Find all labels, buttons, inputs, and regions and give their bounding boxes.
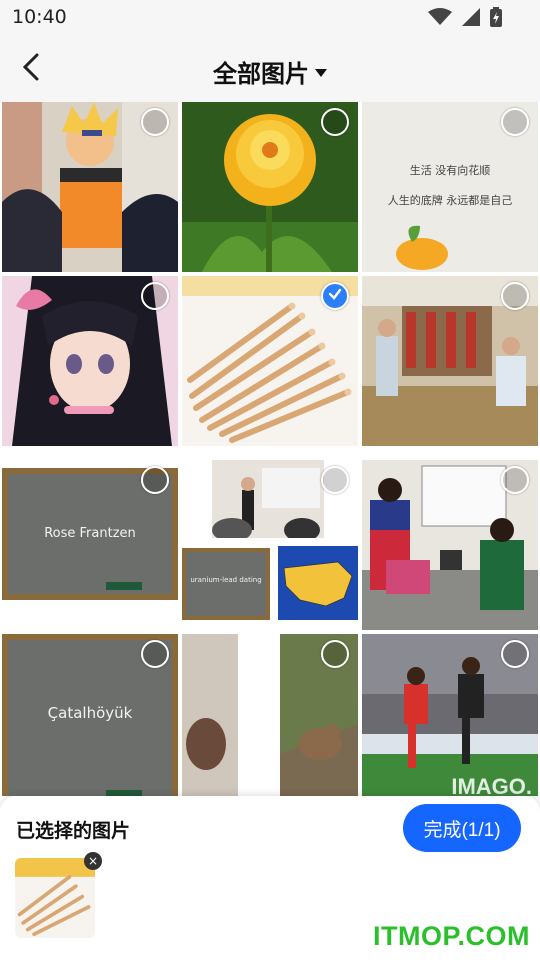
eraser-icon (106, 582, 142, 590)
photo-item[interactable] (2, 276, 178, 446)
select-toggle[interactable] (321, 282, 349, 310)
board-text: uranium-lead dating (190, 576, 262, 584)
photo-item[interactable] (182, 634, 358, 796)
select-toggle[interactable] (141, 108, 169, 136)
photo-item[interactable] (362, 276, 538, 446)
signal-icon (462, 8, 480, 30)
select-toggle[interactable] (321, 640, 349, 668)
page-title: 全部图片 (213, 60, 309, 88)
select-toggle[interactable] (141, 640, 169, 668)
photo-item[interactable] (182, 276, 358, 446)
photo-item[interactable] (2, 102, 178, 272)
board-text: Rose Frantzen (44, 526, 136, 541)
remove-selected-button[interactable]: × (84, 852, 102, 870)
photo-item[interactable]: IMAGO. (362, 634, 538, 796)
select-toggle[interactable] (501, 108, 529, 136)
orange-fruit-icon (396, 225, 448, 270)
us-map (278, 546, 358, 620)
status-icons (428, 7, 502, 31)
photo-item[interactable] (182, 102, 358, 272)
quote-line-1: 生活 没有向花顺 (409, 164, 491, 177)
select-toggle[interactable] (501, 282, 529, 310)
album-selector[interactable]: 全部图片 (0, 54, 540, 89)
photo-item[interactable]: Çatalhöyük (2, 634, 178, 796)
status-bar: 10:40 (0, 0, 540, 36)
battery-charging-icon (490, 7, 502, 31)
select-toggle[interactable] (141, 466, 169, 494)
photo-item[interactable] (362, 460, 538, 630)
checkmark-icon (327, 286, 343, 306)
select-toggle[interactable] (141, 282, 169, 310)
status-time: 10:40 (12, 6, 67, 28)
photo-item[interactable]: 生活 没有向花顺 人生的底牌 永远都是自己 (362, 102, 538, 272)
select-toggle[interactable] (501, 640, 529, 668)
lecture-photo (212, 460, 324, 538)
photo-grid: 生活 没有向花顺 人生的底牌 永远都是自己 Rose Frantzen uran… (0, 102, 540, 796)
select-toggle[interactable] (321, 466, 349, 494)
photo-item[interactable]: Rose Frantzen (2, 460, 178, 630)
dropdown-caret-icon (315, 62, 327, 81)
select-toggle[interactable] (501, 466, 529, 494)
selected-thumbnail[interactable] (15, 858, 95, 938)
wifi-icon (428, 8, 452, 30)
quote-line-2: 人生的底牌 永远都是自己 (387, 194, 513, 207)
photo-watermark-text: IMAGO. (451, 774, 532, 796)
photo-item[interactable]: uranium-lead dating (182, 460, 358, 630)
board-text: Çatalhöyük (47, 704, 133, 722)
site-watermark: ITMOP.COM (372, 921, 530, 951)
selected-photos-title: 已选择的图片 (16, 820, 131, 842)
select-toggle[interactable] (321, 108, 349, 136)
done-button[interactable]: 完成(1/1) (403, 804, 521, 852)
app-bar: 全部图片 (0, 36, 540, 102)
